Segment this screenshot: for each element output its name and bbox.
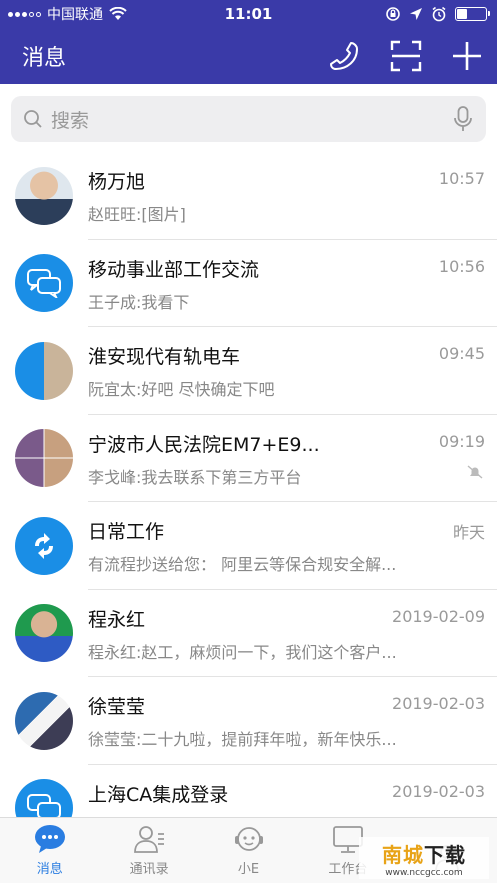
search-container: 搜索 bbox=[0, 84, 497, 152]
conversation-time: 09:45 bbox=[438, 344, 485, 363]
conversation-row[interactable]: 淮安现代有轨电车 阮宜太:好吧 尽快确定下吧 09:45 bbox=[0, 327, 497, 415]
conversation-time: 2019-02-03 bbox=[392, 781, 485, 801]
conversation-name: 日常工作 bbox=[88, 521, 165, 543]
tab-assistant[interactable]: 小E bbox=[199, 818, 298, 883]
conversation-name: 淮安现代有轨电车 bbox=[88, 346, 241, 368]
conversation-row[interactable]: 日常工作 有流程抄送给您： 阿里云等保合规安全解... 昨天 bbox=[0, 502, 497, 590]
tab-messages[interactable]: 消息 bbox=[0, 818, 99, 883]
conversation-row[interactable]: 杨万旭 赵旺旺:[图片] 10:57 bbox=[0, 152, 497, 240]
conversation-preview: 程永红:赵工，麻烦问一下，我们这个客户... bbox=[88, 642, 397, 662]
conversation-preview: 徐莹莹:二十九啦，提前拜年啦，新年快乐... bbox=[88, 730, 397, 749]
tab-label: 通讯录 bbox=[129, 862, 169, 877]
rotation-lock-icon bbox=[386, 7, 400, 21]
conversation-time: 2019-02-09 bbox=[392, 606, 485, 626]
avatar bbox=[15, 604, 73, 663]
tab-label: 小E bbox=[237, 862, 260, 877]
avatar bbox=[15, 429, 73, 488]
avatar bbox=[15, 516, 73, 575]
workflow-icon bbox=[35, 532, 53, 559]
conversation-time: 10:57 bbox=[438, 169, 485, 188]
plus-icon[interactable] bbox=[451, 40, 483, 72]
conversation-time: 2019-02-03 bbox=[392, 694, 485, 713]
avatar bbox=[15, 691, 73, 750]
watermark-text-b: 下载 bbox=[424, 842, 466, 867]
conversation-preview: 李戈峰:我去联系下第三方平台 bbox=[88, 467, 302, 487]
avatar bbox=[15, 166, 73, 225]
tab-contacts[interactable]: 通讯录 bbox=[99, 818, 198, 883]
conversation-name: 徐莹莹 bbox=[88, 696, 146, 718]
watermark-text-a: 南城 bbox=[382, 842, 424, 867]
conversation-time: 昨天 bbox=[452, 523, 485, 542]
conversation-preview: 阮宜太:好吧 尽快确定下吧 bbox=[88, 380, 275, 399]
mute-bell-icon bbox=[467, 464, 483, 479]
page-title: 消息 bbox=[22, 46, 67, 71]
header: 消息 bbox=[0, 28, 497, 84]
conversation-preview: 有流程抄送给您： 阿里云等保合规安全解... bbox=[88, 555, 397, 574]
conversation-time: 10:56 bbox=[438, 256, 485, 276]
conversation-row[interactable]: 徐莹莹 徐莹莹:二十九啦，提前拜年啦，新年快乐... 2019-02-03 bbox=[0, 677, 497, 765]
conversation-list: 杨万旭 赵旺旺:[图片] 10:57 移动事业部工作交流 王子成:我看下 10:… bbox=[0, 152, 497, 852]
site-watermark: 南城下载 www.nccgcc.com bbox=[359, 837, 489, 879]
status-bar: 中国联通 11:01 bbox=[0, 0, 497, 28]
app-screen: 中国联通 11:01 消息 搜索 杨万旭 赵旺旺:[图片] 10:57 移动事业… bbox=[0, 0, 497, 883]
conversation-preview: 赵旺旺:[图片] bbox=[88, 205, 186, 224]
microphone-icon[interactable] bbox=[452, 105, 474, 133]
conversation-name: 杨万旭 bbox=[88, 171, 146, 193]
tab-label: 消息 bbox=[36, 862, 63, 877]
battery-icon bbox=[455, 7, 490, 21]
avatar bbox=[15, 254, 73, 313]
conversation-row[interactable]: 移动事业部工作交流 王子成:我看下 10:56 bbox=[0, 240, 497, 327]
search-icon bbox=[24, 110, 42, 128]
conversation-preview: 王子成:我看下 bbox=[88, 292, 190, 312]
conversation-time: 09:19 bbox=[438, 431, 485, 451]
chat-bubbles-icon bbox=[27, 269, 61, 299]
conversation-name: 移动事业部工作交流 bbox=[88, 258, 260, 281]
watermark-url: www.nccgcc.com bbox=[385, 867, 463, 878]
top-bar: 中国联通 11:01 消息 bbox=[0, 0, 497, 84]
avatar bbox=[15, 341, 73, 400]
message-bubble-icon bbox=[34, 825, 65, 853]
conversation-row[interactable]: 程永红 程永红:赵工，麻烦问一下，我们这个客户... 2019-02-09 bbox=[0, 590, 497, 677]
conversation-name: 宁波市人民法院EM7+E9... bbox=[88, 433, 320, 456]
conversation-name: 上海CA集成登录 bbox=[88, 783, 229, 806]
alarm-icon bbox=[432, 6, 446, 22]
headset-robot-icon bbox=[234, 827, 263, 851]
search-bar[interactable]: 搜索 bbox=[11, 96, 486, 142]
phone-icon[interactable] bbox=[327, 39, 361, 73]
conversation-name: 程永红 bbox=[88, 608, 146, 631]
conversation-row[interactable]: 宁波市人民法院EM7+E9... 李戈峰:我去联系下第三方平台 09:19 bbox=[0, 415, 497, 502]
location-icon bbox=[410, 8, 422, 20]
search-placeholder: 搜索 bbox=[51, 109, 90, 132]
contacts-icon bbox=[134, 826, 165, 853]
scan-icon[interactable] bbox=[389, 39, 423, 73]
